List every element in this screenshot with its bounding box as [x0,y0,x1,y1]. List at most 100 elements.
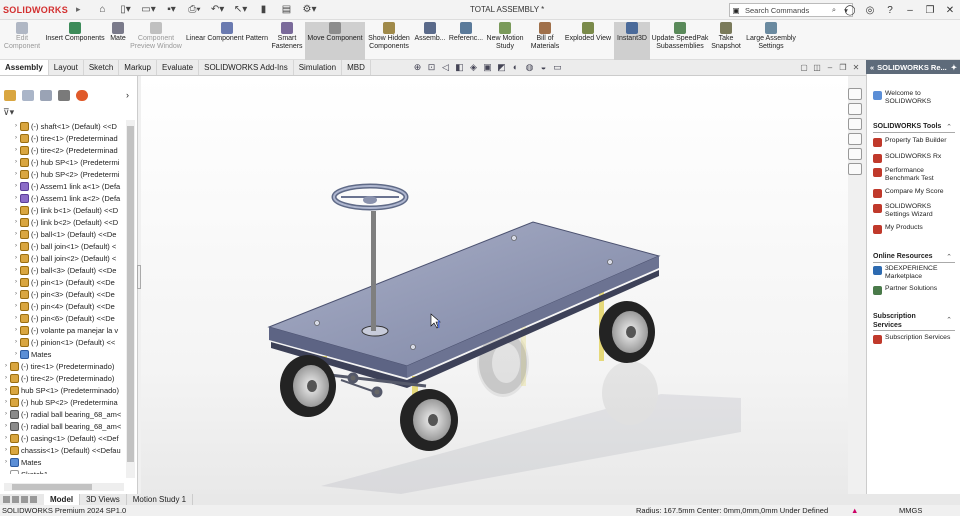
ribbon-button-reference-geometry[interactable]: Referenc... [448,22,484,60]
hide-show-items-icon[interactable]: ◐ [510,62,521,73]
home-icon[interactable]: ⌂ [93,3,113,17]
tree-vertical-scrollbar[interactable] [126,120,135,478]
tools-section-header[interactable]: SOLIDWORKS Tools [873,123,941,130]
tab-layout[interactable]: Layout [49,60,84,75]
ribbon-button-assembly-features[interactable]: Assemb... [413,22,447,60]
ribbon-button-large-assembly[interactable]: Large Assembly Settings [744,22,798,60]
tree-item[interactable]: › (-) tire<2> (Predeterminado) [0,372,126,384]
tree-item[interactable]: › (-) pin<4> (Default) <<De [0,300,126,312]
section-view-icon[interactable]: ◧ [454,62,465,73]
bottom-tab-model[interactable]: Model [44,494,81,505]
custom-properties-icon[interactable] [848,163,862,175]
solidworks-logo[interactable]: SOLIDWORKS [3,5,68,15]
filter-icon[interactable]: ⊽▾ [3,107,14,118]
graphics-viewport[interactable] [141,76,848,494]
ribbon-button-edit-component[interactable]: Edit Component [1,22,43,60]
expand-arrow-icon[interactable]: › [2,387,10,393]
tree-item[interactable]: › (-) casing<1> (Default) <<Def [0,432,126,444]
view-settings-icon[interactable]: ▭ [552,62,563,73]
tree-item[interactable]: › chassis<1> (Default) <<Defau [0,444,126,456]
expand-arrow-icon[interactable]: › [12,171,20,177]
first-tab-icon[interactable] [3,496,10,503]
tree-item[interactable]: › (-) ball<1> (Default) <<De [0,228,126,240]
task-pane-link[interactable]: Partner Solutions [873,285,937,295]
units-selector[interactable]: MMGS [899,506,922,515]
design-library-icon[interactable] [848,103,862,115]
tree-horizontal-scrollbar[interactable] [4,483,124,491]
expand-arrow-icon[interactable]: › [12,267,20,273]
expand-arrow-icon[interactable]: › [2,375,10,381]
close-icon[interactable]: ✕ [940,5,960,16]
display-style-icon[interactable]: ◩ [496,62,507,73]
tree-item[interactable]: › hub SP<1> (Predeterminado) [0,384,126,396]
ribbon-button-mate[interactable]: Mate [108,22,128,60]
print-icon[interactable]: ⎙▾ [185,3,205,17]
scrollbar-thumb[interactable] [12,484,92,490]
tree-item[interactable]: › (-) radial ball bearing_68_am< [0,420,126,432]
subscription-header[interactable]: Subscription Services [873,312,916,330]
viewport-minimize-icon[interactable]: – [825,63,835,72]
resources-home-icon[interactable] [848,88,862,100]
tree-item[interactable]: › (-) Assem1 link a<1> (Defa [0,180,126,192]
expand-arrow-icon[interactable]: › [12,291,20,297]
tab-assembly[interactable]: Assembly [0,60,49,75]
user-icon[interactable]: ◯ [840,5,860,16]
search-commands-box[interactable]: ▣ Search Commands ⌕ ▾ [729,3,853,17]
save-icon[interactable]: ▪▾ [162,3,182,17]
appearances-icon[interactable] [848,148,862,160]
display-manager-tab-icon[interactable] [76,89,88,101]
ribbon-button-insert-components[interactable]: Insert Components [44,22,106,60]
expand-arrow-icon[interactable]: › [12,351,20,357]
viewport-tile-icon[interactable]: ▢ [799,63,809,72]
tree-item[interactable]: › (-) pinion<1> (Default) << [0,336,126,348]
tree-item[interactable]: › (-) radial ball bearing_68_am< [0,408,126,420]
ribbon-button-instant3d[interactable]: Instant3D [614,22,650,60]
rebuild-icon[interactable]: ▮ [254,3,274,17]
expand-arrow-icon[interactable]: › [12,135,20,141]
tab-mbd[interactable]: MBD [342,60,371,75]
tree-item[interactable]: › (-) ball join<1> (Default) < [0,240,126,252]
ribbon-button-bom[interactable]: Bill of Materials [528,22,562,60]
rear-right-wheel[interactable] [599,301,655,363]
tree-item[interactable]: › (-) Assem1 link a<2> (Defa [0,192,126,204]
task-pane-link[interactable]: SOLIDWORKS Rx [873,153,941,163]
welcome-link[interactable]: Welcome to SOLIDWORKS [873,90,931,106]
tree-item[interactable]: › (-) ball<3> (Default) <<De [0,264,126,276]
last-tab-icon[interactable] [30,496,37,503]
tree-item[interactable]: › (-) hub SP<1> (Predetermi [0,156,126,168]
task-pane-link[interactable]: SOLIDWORKS Settings Wizard [873,203,933,219]
expand-arrow-icon[interactable]: › [12,207,20,213]
tree-item[interactable]: › (-) tire<2> (Predeterminad [0,144,126,156]
expand-arrow-icon[interactable]: › [2,447,10,453]
edit-appearance-icon[interactable]: ◍ [524,62,535,73]
configuration-manager-tab-icon[interactable] [40,89,52,101]
apply-scene-icon[interactable]: ◒ [538,62,549,73]
expand-arrow-icon[interactable]: › [12,231,20,237]
menu-expand-icon[interactable]: ▸ [76,4,81,15]
expand-arrow-icon[interactable]: › [12,243,20,249]
expand-arrow-icon[interactable]: › [2,411,10,417]
restore-icon[interactable]: ❐ [920,5,940,16]
tree-item[interactable]: › Mates [0,348,126,360]
expand-arrow-icon[interactable]: › [12,255,20,261]
collapse-icon[interactable]: ⌃ [946,316,952,324]
zoom-to-area-icon[interactable]: ⊡ [426,62,437,73]
tree-item[interactable]: › (-) link b<1> (Default) <<D [0,204,126,216]
expand-arrow-icon[interactable]: › [12,183,20,189]
new-document-icon[interactable]: ▯▾ [116,3,136,17]
ribbon-button-smart-fasteners[interactable]: Smart Fasteners [270,22,304,60]
collapse-pane-icon[interactable]: « [870,63,874,72]
expand-arrow-icon[interactable]: › [2,423,10,429]
tab-evaluate[interactable]: Evaluate [157,60,200,75]
tab-solidworks-add-ins[interactable]: SOLIDWORKS Add-Ins [199,60,294,75]
tree-item[interactable]: › (-) volante pa manejar la v [0,324,126,336]
tree-item[interactable]: › (-) link b<2> (Default) <<D [0,216,126,228]
front-right-wheel[interactable] [400,389,458,451]
tab-sketch[interactable]: Sketch [84,60,120,75]
expand-arrow-icon[interactable]: › [12,315,20,321]
expand-arrow-icon[interactable]: › [12,279,20,285]
expand-arrow-icon[interactable]: › [12,147,20,153]
feature-manager-tab-icon[interactable] [4,89,16,101]
help-icon[interactable]: ? [880,5,900,16]
ribbon-button-speedpak[interactable]: Update SpeedPak Subassemblies [651,22,709,60]
